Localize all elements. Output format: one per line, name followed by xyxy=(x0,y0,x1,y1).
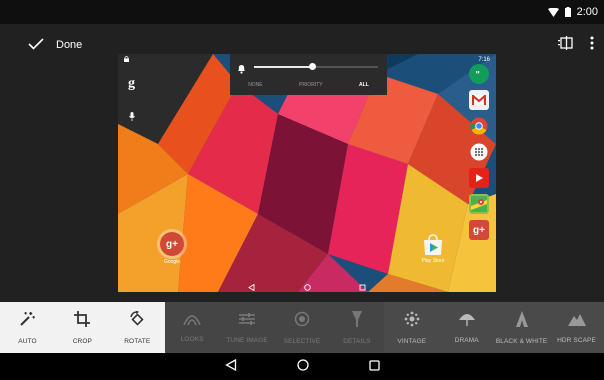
vintage-icon xyxy=(404,311,420,332)
wifi-icon xyxy=(547,7,559,17)
crop-icon xyxy=(74,310,91,332)
google-plus-icon: g+ xyxy=(160,232,184,256)
tool-drama[interactable]: DRAMA xyxy=(439,302,495,353)
volume-option-all: ALL xyxy=(359,82,369,88)
looks-icon xyxy=(183,312,201,330)
hangouts-icon: " xyxy=(469,64,489,84)
maps-icon xyxy=(469,194,489,214)
check-icon xyxy=(28,37,44,53)
google-search-glyph: g xyxy=(128,76,135,91)
google-app-label: Google xyxy=(163,259,181,265)
wallpaper-app-dock: " g+ xyxy=(468,64,490,240)
apps-drawer-icon xyxy=(469,142,489,162)
recents-icon[interactable] xyxy=(368,358,380,376)
tool-details[interactable]: DETAILS xyxy=(329,302,385,353)
play-store-shortcut: Play Store xyxy=(418,234,448,264)
tool-vintage-label: VINTAGE xyxy=(397,337,427,345)
lock-icon xyxy=(124,56,129,64)
wallpaper-back-icon xyxy=(248,278,255,292)
system-nav-bar xyxy=(0,353,604,380)
volume-option-none: NONE xyxy=(248,82,263,88)
drama-icon xyxy=(458,312,476,331)
tool-tune-image[interactable]: TUNE IMAGE xyxy=(219,302,275,353)
play-store-icon xyxy=(422,234,444,256)
google-app-shortcut: g+ Google xyxy=(158,232,186,265)
wallpaper-recents-icon xyxy=(359,278,366,292)
volume-knob xyxy=(308,63,316,70)
hdr-scape-icon xyxy=(567,312,586,331)
tool-strip: AUTO CROP ROTATE LOOKS TUNE IMAGE SELECT… xyxy=(0,302,604,353)
done-label: Done xyxy=(56,39,83,51)
tool-black-white-label: BLACK & WHITE xyxy=(495,337,548,345)
done-button[interactable]: Done xyxy=(28,32,82,58)
wallpaper-status-time: 7:16 xyxy=(478,57,490,63)
tool-crop[interactable]: CROP xyxy=(54,302,110,353)
wallpaper-home-icon xyxy=(303,278,311,292)
tool-rotate[interactable]: ROTATE xyxy=(109,302,165,353)
battery-icon xyxy=(564,7,571,17)
tool-selective[interactable]: SELECTIVE xyxy=(274,302,330,353)
tool-vintage[interactable]: VINTAGE xyxy=(384,302,440,353)
back-icon[interactable] xyxy=(224,358,237,376)
tool-auto[interactable]: AUTO xyxy=(0,302,55,353)
tool-looks[interactable]: LOOKS xyxy=(164,302,220,353)
selective-icon xyxy=(294,311,310,332)
gmail-icon xyxy=(469,90,489,110)
svg-text:": " xyxy=(476,70,480,80)
play-store-label: Play Store xyxy=(421,258,445,264)
tool-hdr-scape[interactable]: HDR SCAPE xyxy=(549,302,604,353)
home-icon[interactable] xyxy=(296,358,309,376)
tool-details-label: DETAILS xyxy=(343,337,371,345)
tool-black-white[interactable]: BLACK & WHITE xyxy=(494,302,550,353)
tool-crop-label: CROP xyxy=(72,337,92,345)
google-plus-dock-icon: g+ xyxy=(469,220,489,240)
action-bar-right xyxy=(558,36,594,55)
tool-tune-image-label: TUNE IMAGE xyxy=(226,336,268,344)
auto-wand-icon xyxy=(19,311,36,332)
photo-canvas[interactable]: 7:16 g NONE PRIORITY ALL " g+ g+ Google … xyxy=(118,54,496,292)
chrome-icon xyxy=(469,116,489,136)
tune-icon xyxy=(239,312,256,331)
status-bar: 2:00 xyxy=(0,0,604,24)
overflow-menu-icon[interactable] xyxy=(590,36,594,55)
volume-panel: NONE PRIORITY ALL xyxy=(230,54,387,95)
volume-fill xyxy=(254,66,313,68)
volume-option-priority: PRIORITY xyxy=(299,82,323,88)
photo-editor-screen: 2:00 Done 7:16 g NONE PRIORITY ALL " g+ … xyxy=(0,0,604,380)
bell-icon xyxy=(237,61,246,79)
status-time: 2:00 xyxy=(576,6,598,18)
tool-drama-label: DRAMA xyxy=(454,336,479,344)
tool-hdr-scape-label: HDR SCAPE xyxy=(557,336,596,344)
tool-auto-label: AUTO xyxy=(18,337,37,345)
volume-options: NONE PRIORITY ALL xyxy=(230,82,387,88)
compare-icon[interactable] xyxy=(558,36,574,55)
youtube-icon xyxy=(469,168,489,188)
details-icon xyxy=(351,310,363,332)
tool-selective-label: SELECTIVE xyxy=(283,337,321,345)
black-white-icon xyxy=(514,310,530,332)
rotate-icon xyxy=(128,309,146,332)
mic-icon xyxy=(129,108,135,126)
wallpaper-nav-bar xyxy=(248,278,366,292)
tool-looks-label: LOOKS xyxy=(180,336,204,343)
tool-rotate-label: ROTATE xyxy=(124,337,151,345)
